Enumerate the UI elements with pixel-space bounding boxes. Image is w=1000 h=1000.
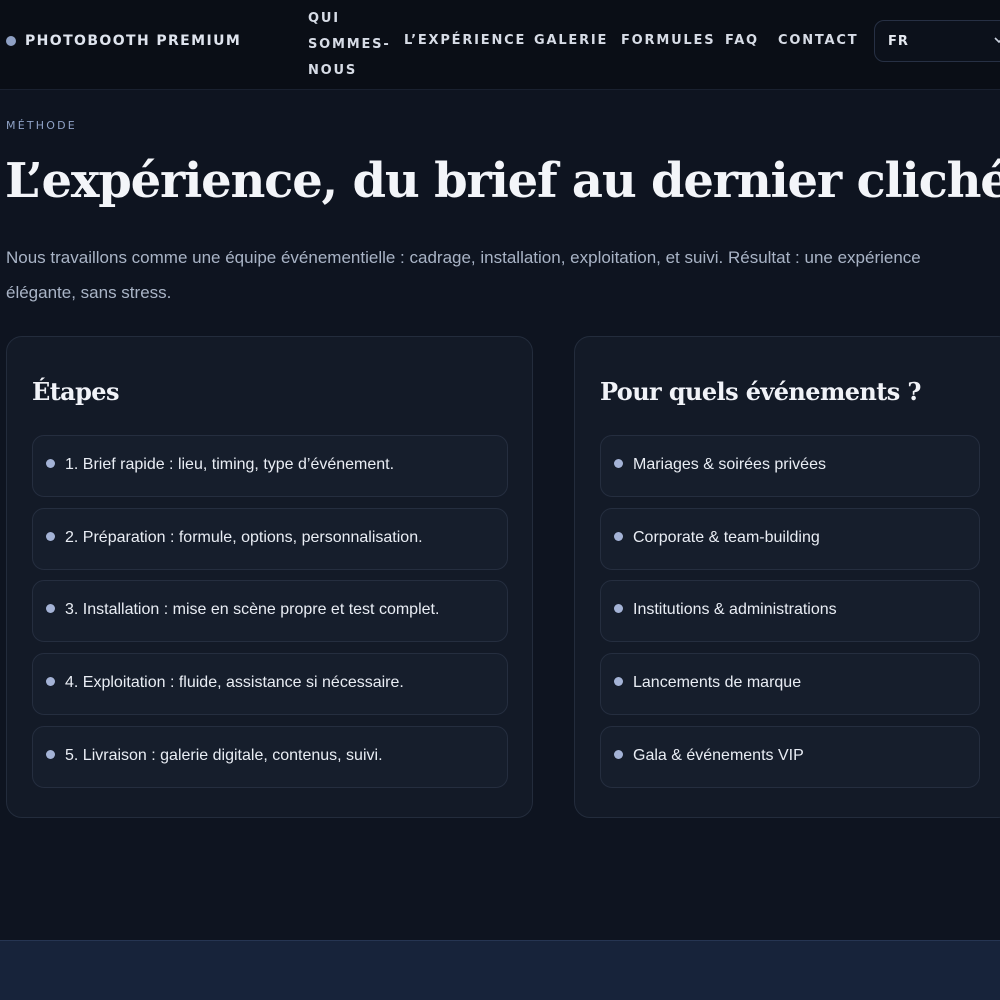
event-item-text: Lancements de marque <box>633 674 802 691</box>
event-item-text: Corporate & team-building <box>633 529 820 546</box>
nav-galerie[interactable]: GALERIE <box>534 33 608 48</box>
event-item-text: Gala & événements VIP <box>633 747 804 764</box>
nav-contact[interactable]: CONTACT <box>778 33 858 48</box>
brand[interactable]: PHOTOBOOTH PREMIUM <box>6 31 241 51</box>
language-selected-value: FR <box>888 33 909 49</box>
bullet-dot-icon <box>614 750 623 759</box>
language-select[interactable]: FR <box>874 20 1000 62</box>
brand-name: PHOTOBOOTH PREMIUM <box>25 33 242 49</box>
step-item-text: 4. Exploitation : fluide, assistance si … <box>65 674 404 691</box>
bullet-dot-icon <box>46 677 55 686</box>
step-item-text: 5. Livraison : galerie digitale, contenu… <box>65 747 383 764</box>
event-item: Institutions & administrations <box>600 580 980 642</box>
step-item: 1. Brief rapide : lieu, timing, type d’é… <box>32 435 508 497</box>
bullet-dot-icon <box>614 677 623 686</box>
events-card-title: Pour quels événements ? <box>600 377 921 406</box>
step-item: 3. Installation : mise en scène propre e… <box>32 580 508 642</box>
step-item: 4. Exploitation : fluide, assistance si … <box>32 653 508 715</box>
step-item: 2. Préparation : formule, options, perso… <box>32 508 508 570</box>
nav-qui-sommes-nous[interactable]: QUI SOMMES-NOUS <box>308 6 389 84</box>
steps-card: Étapes 1. Brief rapide : lieu, timing, t… <box>6 336 533 818</box>
bullet-dot-icon <box>614 604 623 613</box>
event-item-text: Mariages & soirées privées <box>633 456 826 473</box>
step-item: 5. Livraison : galerie digitale, contenu… <box>32 726 508 788</box>
brand-dot-icon <box>6 36 16 46</box>
page-title: L’expérience, du brief au dernier cliché <box>5 153 1000 209</box>
events-card: Pour quels événements ? Mariages & soiré… <box>574 336 1000 818</box>
event-item: Corporate & team-building <box>600 508 980 570</box>
step-item-text: 1. Brief rapide : lieu, timing, type d’é… <box>65 456 395 473</box>
bullet-dot-icon <box>46 750 55 759</box>
site-header: PHOTOBOOTH PREMIUM QUI SOMMES-NOUS L’EXP… <box>0 0 1000 90</box>
next-section-band <box>0 940 1000 1000</box>
bullet-dot-icon <box>46 532 55 541</box>
nav-faq[interactable]: FAQ <box>725 33 759 48</box>
section-intro: Nous travaillons comme une équipe événem… <box>6 248 921 302</box>
bullet-dot-icon <box>614 459 623 468</box>
bullet-dot-icon <box>46 604 55 613</box>
nav-experience[interactable]: L’EXPÉRIENCE <box>404 33 526 48</box>
event-item: Lancements de marque <box>600 653 980 715</box>
event-item: Mariages & soirées privées <box>600 435 980 497</box>
bullet-dot-icon <box>614 532 623 541</box>
step-item-text: 3. Installation : mise en scène propre e… <box>65 601 440 618</box>
chevron-down-icon <box>994 37 1000 44</box>
event-item-text: Institutions & administrations <box>633 601 837 618</box>
section-eyebrow: MÉTHODE <box>6 119 77 132</box>
steps-card-title: Étapes <box>32 377 120 406</box>
event-item: Gala & événements VIP <box>600 726 980 788</box>
nav-formules[interactable]: FORMULES <box>621 33 715 48</box>
bullet-dot-icon <box>46 459 55 468</box>
step-item-text: 2. Préparation : formule, options, perso… <box>65 529 423 546</box>
